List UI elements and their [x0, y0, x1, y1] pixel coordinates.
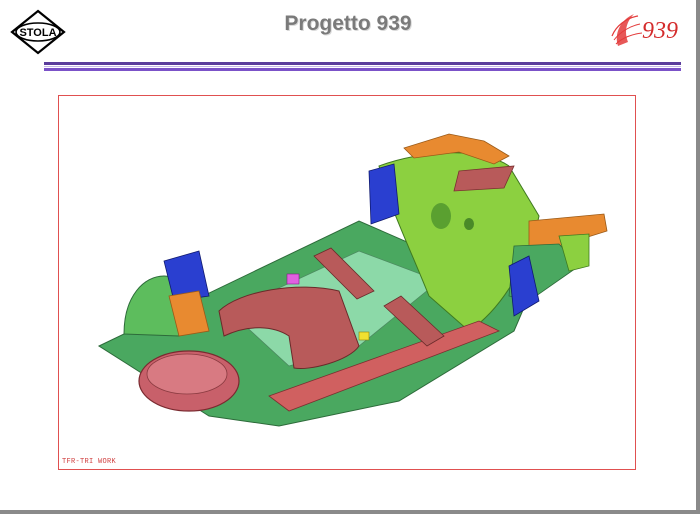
- slide-title: Progetto 939: [284, 12, 412, 35]
- 939-emblem-icon: 939: [604, 6, 694, 54]
- title-rule-top: [44, 62, 681, 65]
- yellow-bracket: [358, 331, 370, 341]
- bulkhead-hole: [431, 203, 451, 229]
- title-rule-middle: [44, 66, 681, 67]
- bulkhead-hole: [464, 218, 474, 230]
- blue-reinforcement-left: [368, 163, 400, 225]
- slide: STOLA Progetto 939 939 TFR-TRI WORK: [0, 0, 700, 514]
- chassis-illustration: [97, 133, 608, 427]
- 939-emblem-text: 939: [642, 18, 678, 44]
- image-caption: TFR-TRI WORK: [62, 458, 117, 466]
- pink-bracket: [286, 273, 300, 285]
- spare-wheel-well-inner: [146, 353, 228, 395]
- title-rule-bottom: [44, 68, 681, 71]
- chassis-image-frame: TFR-TRI WORK: [58, 95, 636, 470]
